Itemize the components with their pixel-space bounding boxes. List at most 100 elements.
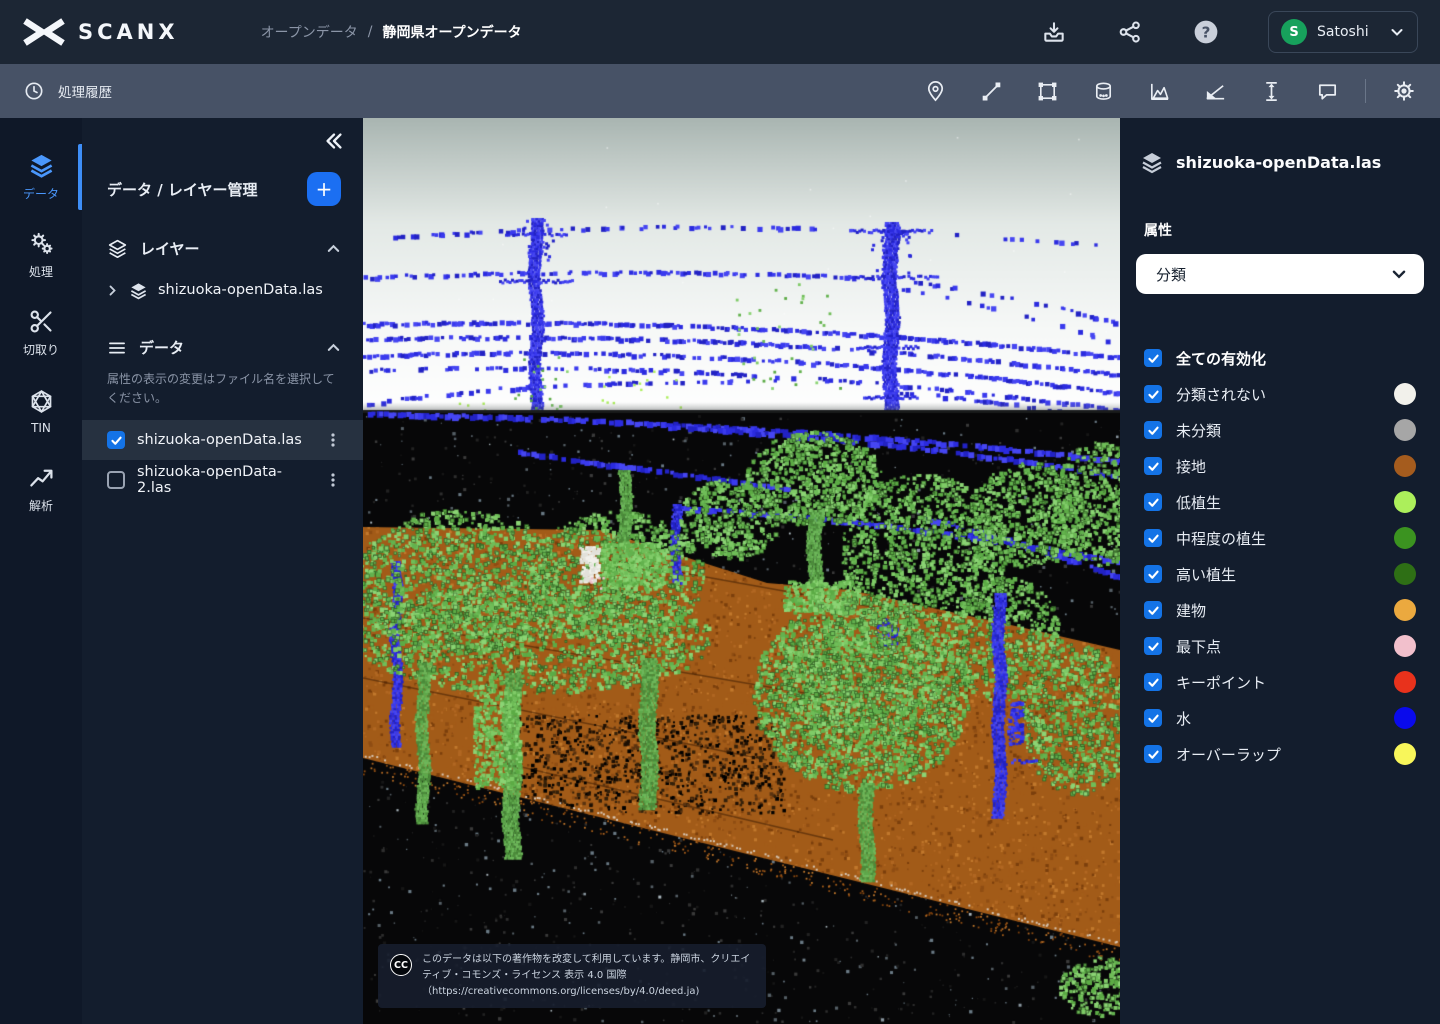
class-color-swatch xyxy=(1394,383,1416,405)
class-row[interactable]: 最下点 xyxy=(1136,628,1424,664)
layer-name[interactable]: shizuoka-openData.las xyxy=(158,282,323,298)
class-checkbox[interactable] xyxy=(1144,709,1162,727)
layers-section-label: レイヤー xyxy=(140,238,200,259)
kebab-menu-icon[interactable] xyxy=(325,432,341,448)
toolbar-divider xyxy=(1365,79,1366,103)
class-color-swatch xyxy=(1394,599,1416,621)
breadcrumb-separator: / xyxy=(368,24,373,40)
settings-gear-icon[interactable] xyxy=(1392,79,1416,103)
class-color-swatch xyxy=(1394,491,1416,513)
class-row[interactable]: 中程度の植生 xyxy=(1136,520,1424,556)
user-menu[interactable]: S Satoshi xyxy=(1268,11,1418,53)
class-row[interactable]: 未分類 xyxy=(1136,412,1424,448)
sidebar-item-processing[interactable]: 処理 xyxy=(0,226,82,284)
class-label: オーバーラップ xyxy=(1176,744,1281,765)
sidebar-item-analysis[interactable]: 解析 xyxy=(0,460,82,518)
add-data-button[interactable]: + xyxy=(307,172,341,206)
panel-title: データ / レイヤー管理 xyxy=(107,179,257,200)
svg-text:?: ? xyxy=(1202,23,1211,41)
class-checkbox[interactable] xyxy=(1144,385,1162,403)
attribute-select[interactable]: 分類 xyxy=(1136,254,1424,294)
file-checkbox-checked[interactable] xyxy=(107,431,125,449)
brand[interactable]: SCANX xyxy=(22,17,179,47)
class-checkbox[interactable] xyxy=(1144,673,1162,691)
class-row[interactable]: 高い植生 xyxy=(1136,556,1424,592)
class-label: 中程度の植生 xyxy=(1176,528,1266,549)
class-checkbox[interactable] xyxy=(1144,601,1162,619)
user-name: Satoshi xyxy=(1317,24,1369,40)
class-checkbox[interactable] xyxy=(1144,493,1162,511)
data-section-header[interactable]: データ xyxy=(82,337,363,358)
class-row[interactable]: 接地 xyxy=(1136,448,1424,484)
class-row[interactable]: 分類されない xyxy=(1136,376,1424,412)
file-name[interactable]: shizuoka-openData-2.las xyxy=(137,464,313,496)
download-icon[interactable] xyxy=(1040,18,1068,46)
cc-icon: CC xyxy=(390,954,412,976)
class-checkbox[interactable] xyxy=(1144,421,1162,439)
layer-tree-item[interactable]: shizuoka-openData.las xyxy=(82,275,363,305)
annotation-icon[interactable] xyxy=(1315,79,1339,103)
angle-measure-icon[interactable] xyxy=(1203,79,1227,103)
file-row-shizuoka-opendata-2[interactable]: shizuoka-openData-2.las xyxy=(82,460,363,500)
sidebar-item-tin[interactable]: TIN xyxy=(0,382,82,440)
class-row[interactable]: 建物 xyxy=(1136,592,1424,628)
layers-section-header[interactable]: レイヤー xyxy=(82,238,363,259)
profile-section-icon[interactable] xyxy=(1147,79,1171,103)
file-name[interactable]: shizuoka-openData.las xyxy=(137,432,302,448)
class-checkbox[interactable] xyxy=(1144,457,1162,475)
class-row[interactable]: オーバーラップ xyxy=(1136,736,1424,772)
nav-rail: データ 処理 切取り xyxy=(0,118,82,1024)
header-actions: ? S Satoshi xyxy=(1040,11,1418,53)
class-color-swatch xyxy=(1394,419,1416,441)
enable-all-row[interactable]: 全ての有効化 xyxy=(1136,340,1424,376)
file-checkbox-unchecked[interactable] xyxy=(107,471,125,489)
share-icon[interactable] xyxy=(1116,18,1144,46)
class-color-swatch xyxy=(1394,563,1416,585)
clock-icon xyxy=(24,81,44,101)
selected-file-title: shizuoka-openData.las xyxy=(1176,153,1381,172)
data-section-label: データ xyxy=(139,337,184,358)
sidebar-item-clip[interactable]: 切取り xyxy=(0,304,82,362)
class-label: 低植生 xyxy=(1176,492,1221,513)
attribute-label: 属性 xyxy=(1136,220,1424,240)
data-section-hint: 属性の表示の変更はファイル名を選択してください。 xyxy=(82,370,363,408)
breadcrumb-current: 静岡県オープンデータ xyxy=(382,22,521,42)
volume-measure-icon[interactable] xyxy=(1091,79,1115,103)
chevron-right-icon[interactable] xyxy=(106,284,119,297)
rail-label-processing: 処理 xyxy=(29,263,53,280)
rail-label-clip: 切取り xyxy=(23,341,59,358)
class-checkbox[interactable] xyxy=(1144,745,1162,763)
class-row[interactable]: 低植生 xyxy=(1136,484,1424,520)
help-icon[interactable]: ? xyxy=(1192,18,1220,46)
active-indicator xyxy=(78,144,82,210)
class-checkbox[interactable] xyxy=(1144,637,1162,655)
class-row[interactable]: キーポイント xyxy=(1136,664,1424,700)
enable-all-label: 全ての有効化 xyxy=(1176,348,1266,369)
line-measure-icon[interactable] xyxy=(979,79,1003,103)
file-row-shizuoka-opendata[interactable]: shizuoka-openData.las xyxy=(82,420,363,460)
history-button[interactable]: 処理履歴 xyxy=(24,81,112,101)
area-measure-icon[interactable] xyxy=(1035,79,1059,103)
sidebar-item-data[interactable]: データ xyxy=(0,148,82,206)
chevron-down-icon xyxy=(1390,265,1408,283)
license-text: このデータは以下の著作物を改変して利用しています。静岡市、クリエイティブ・コモン… xyxy=(422,952,754,1000)
class-row[interactable]: 水 xyxy=(1136,700,1424,736)
history-label: 処理履歴 xyxy=(58,81,112,101)
chevron-up-icon[interactable] xyxy=(326,340,341,355)
scanx-app: SCANX オープンデータ / 静岡県オープンデータ xyxy=(0,0,1440,1024)
height-measure-icon[interactable] xyxy=(1259,79,1283,103)
point-cloud-canvas[interactable] xyxy=(363,118,1120,1024)
class-label: キーポイント xyxy=(1176,672,1266,693)
rail-label-tin: TIN xyxy=(31,421,51,435)
class-label: 最下点 xyxy=(1176,636,1221,657)
class-color-swatch xyxy=(1394,635,1416,657)
enable-all-checkbox[interactable] xyxy=(1144,349,1162,367)
breadcrumb-parent[interactable]: オープンデータ xyxy=(261,22,358,42)
app-header: SCANX オープンデータ / 静岡県オープンデータ xyxy=(0,0,1440,64)
class-checkbox[interactable] xyxy=(1144,565,1162,583)
class-checkbox[interactable] xyxy=(1144,529,1162,547)
chevron-up-icon[interactable] xyxy=(326,241,341,256)
collapse-panel-icon[interactable] xyxy=(323,130,345,152)
kebab-menu-icon[interactable] xyxy=(325,472,341,488)
point-measure-icon[interactable] xyxy=(923,79,947,103)
